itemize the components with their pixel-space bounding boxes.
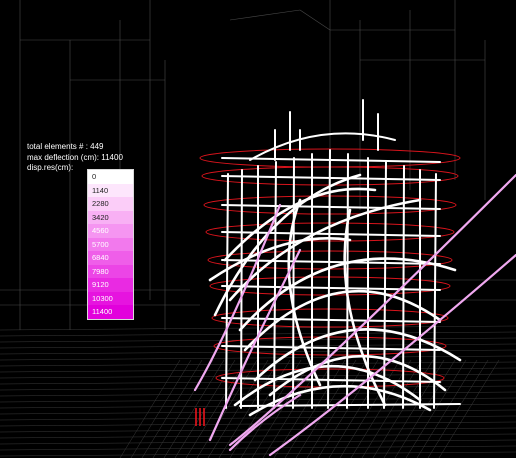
legend-entry: 5700 bbox=[88, 237, 133, 251]
ground-line bbox=[119, 359, 181, 458]
roof-arc bbox=[249, 132, 396, 161]
max-deflection-text: max deflection (cm): 11400 bbox=[27, 152, 123, 162]
legend-entry: 1140 bbox=[88, 183, 133, 197]
model-viewport[interactable]: total elements # : 449 max deflection (c… bbox=[0, 0, 516, 458]
beam-member bbox=[221, 317, 441, 323]
beam-member bbox=[221, 157, 441, 163]
legend-entry: 6840 bbox=[88, 251, 133, 265]
legend-entry: 3420 bbox=[88, 210, 133, 224]
ground-line bbox=[0, 415, 516, 421]
structure-model-canvas[interactable] bbox=[0, 0, 516, 458]
legend-entry: 4560 bbox=[88, 224, 133, 238]
beam-member bbox=[221, 285, 441, 291]
column-member bbox=[292, 157, 295, 409]
support-markers bbox=[195, 408, 205, 426]
legend-entry: 11400 bbox=[88, 305, 133, 319]
wireframe-line bbox=[299, 9, 331, 31]
displacement-legend: 0 1140 2280 3420 4560 5700 6840 7980 9120 10300 11… bbox=[87, 169, 134, 320]
legend-entry: 10300 bbox=[88, 291, 133, 305]
ground-line bbox=[273, 359, 335, 458]
column-member bbox=[346, 153, 349, 409]
ground-line bbox=[328, 359, 390, 458]
legend-entry: 2280 bbox=[88, 197, 133, 211]
ground-line bbox=[163, 359, 225, 458]
ground-line bbox=[141, 359, 203, 458]
ground-line bbox=[130, 359, 192, 458]
wireframe-line bbox=[229, 9, 301, 21]
column-member bbox=[383, 161, 387, 409]
ground-line bbox=[0, 451, 516, 457]
total-elements-text: total elements # : 449 bbox=[27, 142, 104, 151]
legend-entry: 7980 bbox=[88, 264, 133, 278]
legend-entry: 9120 bbox=[88, 278, 133, 292]
ground-line bbox=[218, 359, 280, 458]
beam-member bbox=[221, 175, 441, 181]
ground-line bbox=[0, 433, 516, 439]
beam-member bbox=[221, 204, 441, 210]
column-member bbox=[273, 161, 277, 409]
legend-entry: 0 bbox=[88, 170, 133, 184]
ground-line bbox=[350, 359, 412, 458]
